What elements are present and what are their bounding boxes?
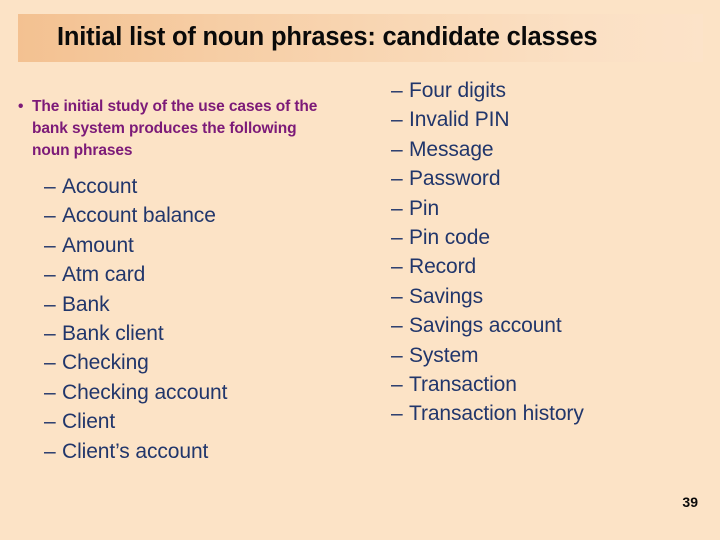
dash-icon: – bbox=[44, 175, 56, 198]
noun-phrase-list-left: – Account – Account balance – Amount – Atm card… bbox=[18, 172, 368, 466]
dash-icon: – bbox=[391, 196, 403, 220]
dash-icon: – bbox=[44, 380, 56, 404]
list-item: – Client’s account bbox=[44, 437, 368, 466]
dash-icon: – bbox=[44, 263, 56, 287]
list-item-label: Record bbox=[409, 255, 477, 279]
list-item: – System bbox=[391, 341, 709, 370]
list-item: – Password bbox=[391, 164, 709, 193]
dash-icon: – bbox=[391, 137, 403, 161]
list-item-label: Checking bbox=[62, 351, 149, 375]
dash-icon: – bbox=[44, 292, 56, 316]
list-item: – Account balance bbox=[44, 201, 368, 230]
left-content-column: • The initial study of the use cases of … bbox=[18, 96, 368, 466]
dash-icon: – bbox=[391, 373, 403, 397]
list-item-label: Four digits bbox=[409, 79, 506, 102]
list-item-label: Savings bbox=[409, 284, 484, 308]
list-item: – Amount bbox=[44, 231, 368, 260]
slide-canvas: Initial list of noun phrases: candidate … bbox=[0, 0, 720, 540]
dash-icon: – bbox=[44, 204, 56, 228]
dash-icon: – bbox=[44, 322, 56, 346]
list-item-label: Client’s account bbox=[62, 439, 209, 463]
list-item-label: Message bbox=[409, 137, 494, 161]
list-item-label: Amount bbox=[62, 233, 134, 257]
list-item: – Record bbox=[391, 252, 709, 281]
list-item: – Checking account bbox=[44, 378, 368, 407]
list-item-label: Atm card bbox=[62, 263, 146, 287]
list-item-label: System bbox=[409, 343, 479, 367]
list-item-label: Bank client bbox=[62, 322, 164, 346]
list-item-label: Account balance bbox=[62, 204, 216, 228]
list-item-label: Pin code bbox=[409, 226, 490, 250]
dash-icon: – bbox=[44, 351, 56, 375]
list-item: – Transaction history bbox=[391, 399, 709, 428]
list-item: – Client bbox=[44, 407, 368, 436]
list-item-label: Checking account bbox=[62, 380, 228, 404]
dash-icon: – bbox=[44, 439, 56, 463]
list-item: – Pin code bbox=[391, 223, 709, 252]
bullet-point-icon: • bbox=[18, 98, 24, 115]
list-item-label: Client bbox=[62, 410, 116, 434]
list-item-label: Pin bbox=[409, 196, 440, 220]
intro-paragraph: The initial study of the use cases of th… bbox=[32, 98, 318, 159]
list-item-label: Bank bbox=[62, 292, 110, 316]
list-item-label: Invalid PIN bbox=[409, 108, 510, 132]
list-item: – Bank bbox=[44, 290, 368, 319]
dash-icon: – bbox=[391, 255, 403, 279]
list-item: – Pin bbox=[391, 194, 709, 223]
page-number: 39 bbox=[682, 494, 698, 510]
intro-bullet-item: • The initial study of the use cases of … bbox=[18, 96, 368, 162]
dash-icon: – bbox=[391, 284, 403, 308]
page-title: Initial list of noun phrases: candidate … bbox=[57, 23, 598, 52]
noun-phrase-list-right: – Four digits – Invalid PIN – Message – Passwor… bbox=[389, 76, 709, 429]
list-item: – Transaction bbox=[391, 370, 709, 399]
list-item: – Savings bbox=[391, 282, 709, 311]
list-item-label: Password bbox=[409, 167, 501, 191]
list-item: – Account bbox=[44, 172, 368, 201]
list-item: – Checking bbox=[44, 348, 368, 377]
list-item-label: Savings account bbox=[409, 314, 562, 338]
dash-icon: – bbox=[391, 343, 403, 367]
list-item: – Four digits bbox=[391, 76, 709, 105]
list-item: – Message bbox=[391, 135, 709, 164]
dash-icon: – bbox=[391, 226, 403, 250]
list-item: – Savings account bbox=[391, 311, 709, 340]
list-item: – Atm card bbox=[44, 260, 368, 289]
dash-icon: – bbox=[44, 233, 56, 257]
dash-icon: – bbox=[391, 167, 403, 191]
list-item: – Invalid PIN bbox=[391, 105, 709, 134]
dash-icon: – bbox=[391, 402, 403, 426]
dash-icon: – bbox=[44, 410, 56, 434]
dash-icon: – bbox=[391, 108, 403, 132]
dash-icon: – bbox=[391, 79, 403, 102]
list-item-label: Transaction bbox=[409, 373, 517, 397]
list-item-label: Transaction history bbox=[409, 402, 584, 426]
list-item-label: Account bbox=[62, 175, 138, 198]
right-content-column: – Four digits – Invalid PIN – Message – Passwor… bbox=[389, 76, 709, 429]
list-item: – Bank client bbox=[44, 319, 368, 348]
dash-icon: – bbox=[391, 314, 403, 338]
slide-title-bar: Initial list of noun phrases: candidate … bbox=[18, 14, 703, 62]
